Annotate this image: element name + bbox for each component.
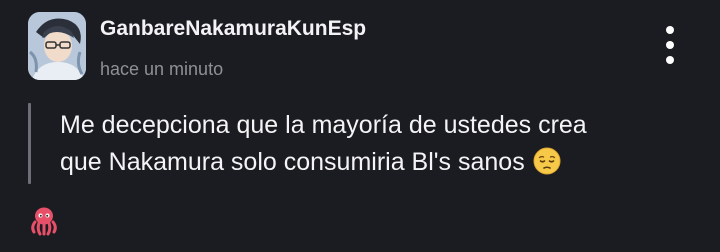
comment-text: Me decepciona que la mayoría de ustedes … xyxy=(60,107,700,181)
avatar[interactable] xyxy=(28,12,86,80)
octopus-icon[interactable] xyxy=(28,205,60,237)
comment-post: GanbareNakamuraKunEsp hace un minuto Me … xyxy=(0,0,720,252)
post-timestamp: hace un minuto xyxy=(100,59,224,79)
comment-text-line: Me decepciona que la mayoría de ustedes … xyxy=(60,111,587,139)
author-name[interactable]: GanbareNakamuraKunEsp xyxy=(100,17,366,41)
pensive-face-icon xyxy=(533,147,561,175)
more-options-icon[interactable] xyxy=(658,26,682,66)
avatar-image xyxy=(28,12,86,80)
comment-text-line-content: que Nakamura solo consumiria Bl's sanos xyxy=(60,148,525,176)
comment-text-line: que Nakamura solo consumiria Bl's sanos xyxy=(60,144,700,181)
quote-bar xyxy=(28,103,31,184)
